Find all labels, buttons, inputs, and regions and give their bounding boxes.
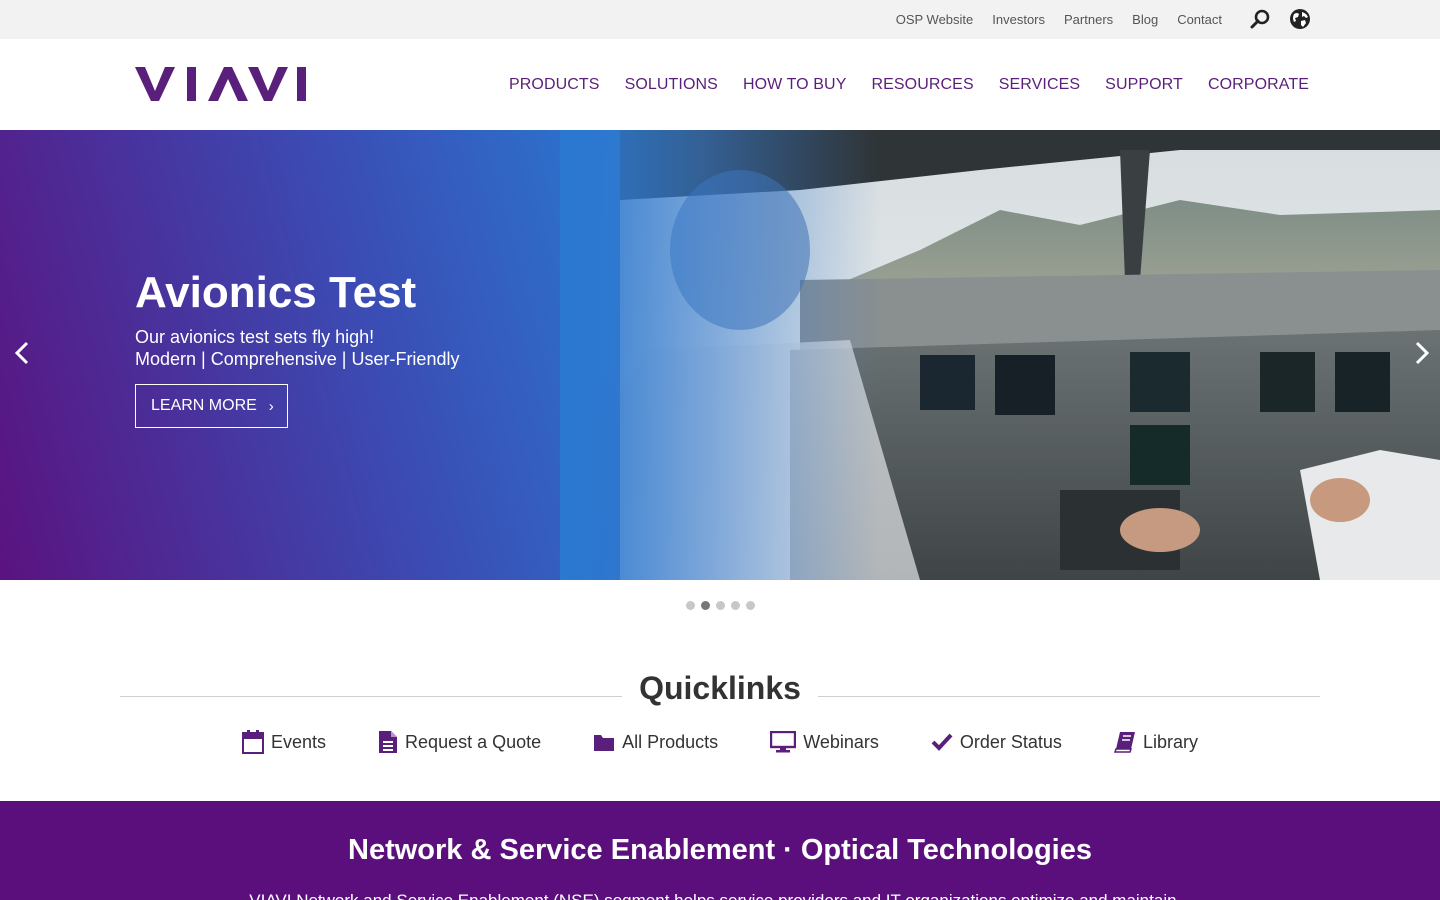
hero-title: Avionics Test — [135, 268, 417, 317]
nav-how-to-buy[interactable]: HOW TO BUY — [743, 76, 847, 94]
main-navigation: PRODUCTS SOLUTIONS HOW TO BUY RESOURCES … — [484, 76, 1309, 94]
carousel-prev-arrow-icon[interactable] — [10, 335, 34, 371]
nav-solutions[interactable]: SOLUTIONS — [625, 76, 718, 94]
utility-bar: OSP Website Investors Partners Blog Cont… — [0, 0, 1440, 39]
carousel-dot[interactable] — [716, 601, 725, 610]
hero-subtitle: Our avionics test sets fly high! Modern … — [135, 326, 459, 370]
folder-icon — [594, 735, 615, 751]
search-icon[interactable] — [1249, 8, 1271, 30]
quicklink-order-status[interactable]: Order Status — [931, 730, 1062, 754]
nav-corporate[interactable]: CORPORATE — [1208, 76, 1309, 94]
segments-body: VIAVI Network and Service Enablement (NS… — [0, 891, 1440, 900]
nav-services[interactable]: SERVICES — [999, 76, 1080, 94]
nav-support[interactable]: SUPPORT — [1105, 76, 1183, 94]
utility-links: OSP Website Investors Partners Blog Cont… — [877, 0, 1222, 39]
globe-icon[interactable] — [1289, 8, 1311, 30]
site-header: PRODUCTS SOLUTIONS HOW TO BUY RESOURCES … — [0, 39, 1440, 130]
quicklink-webinars[interactable]: Webinars — [770, 730, 879, 754]
utility-link-partners[interactable]: Partners — [1064, 12, 1113, 27]
nav-resources[interactable]: RESOURCES — [871, 76, 973, 94]
quicklink-request-quote[interactable]: Request a Quote — [378, 730, 541, 754]
calendar-icon — [242, 730, 265, 754]
hero-fade-overlay — [560, 130, 880, 580]
quicklink-all-products[interactable]: All Products — [593, 730, 718, 754]
checkmark-icon — [931, 733, 953, 751]
segments-band: Network & Service Enablement · Optical T… — [0, 801, 1440, 900]
monitor-icon — [770, 731, 797, 753]
carousel-dot[interactable] — [731, 601, 740, 610]
quicklink-library[interactable]: Library — [1113, 730, 1198, 754]
carousel-next-arrow-icon[interactable] — [1410, 335, 1434, 371]
learn-more-button[interactable]: LEARN MORE › — [135, 384, 288, 428]
document-icon — [379, 731, 398, 753]
carousel-dot[interactable] — [746, 601, 755, 610]
carousel-dot[interactable] — [686, 601, 695, 610]
learn-more-label: LEARN MORE — [151, 397, 257, 414]
hero-carousel: Avionics Test Our avionics test sets fly… — [0, 130, 1440, 580]
utility-link-contact[interactable]: Contact — [1177, 12, 1222, 27]
quicklinks-title: Quicklinks — [639, 670, 801, 706]
hero-subtitle-line2: Modern | Comprehensive | User-Friendly — [135, 349, 460, 369]
hero-subtitle-line1: Our avionics test sets fly high! — [135, 327, 375, 347]
chevron-right-icon: › — [268, 397, 274, 415]
utility-link-osp-website[interactable]: OSP Website — [896, 12, 974, 27]
quicklink-label: Request a Quote — [405, 731, 542, 752]
quicklinks-divider-left — [120, 696, 622, 697]
nav-products[interactable]: PRODUCTS — [509, 76, 600, 94]
quicklink-events[interactable]: Events — [242, 730, 326, 754]
quicklinks-list: Events Request a Quote All Products Webi… — [0, 730, 1440, 754]
quicklink-label: Webinars — [803, 731, 879, 752]
quicklink-label: All Products — [622, 731, 719, 752]
quicklink-label: Events — [271, 731, 327, 752]
viavi-logo[interactable] — [135, 67, 306, 101]
book-icon — [1113, 732, 1135, 753]
utility-link-investors[interactable]: Investors — [992, 12, 1045, 27]
segments-title: Network & Service Enablement · Optical T… — [348, 834, 1092, 866]
carousel-indicators — [686, 601, 761, 610]
carousel-dot-active[interactable] — [701, 601, 710, 610]
quicklinks-divider-right — [818, 696, 1320, 697]
utility-link-blog[interactable]: Blog — [1132, 12, 1158, 27]
quicklink-label: Library — [1142, 731, 1198, 752]
quicklink-label: Order Status — [959, 731, 1062, 752]
